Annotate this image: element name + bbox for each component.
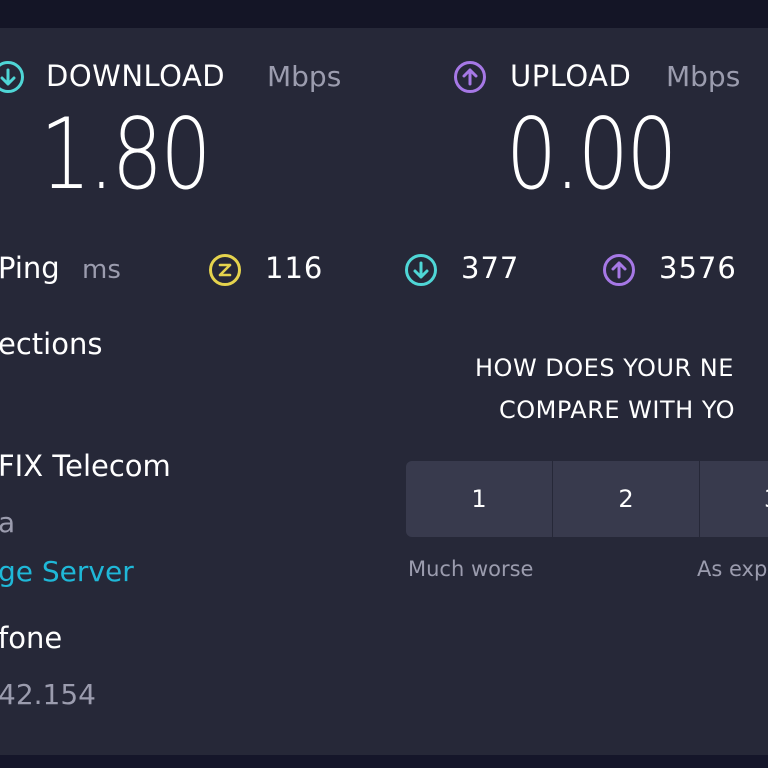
rating-option-1[interactable]: 1 xyxy=(406,461,552,537)
upload-speed-value: 0.00 xyxy=(506,98,678,212)
scale-mid-label: As exp xyxy=(697,557,768,581)
ip-address: 42.154 xyxy=(0,678,96,711)
rating-option-2[interactable]: 2 xyxy=(553,461,699,537)
connections-heading: ections xyxy=(0,327,103,361)
ping-label: Ping xyxy=(0,251,60,285)
survey-question-line2: COMPARE WITH YO xyxy=(499,396,736,424)
unloaded-latency-icon xyxy=(209,254,241,286)
server-location: a xyxy=(0,506,16,539)
upload-title: UPLOAD xyxy=(510,59,632,93)
download-speed-value: 1.80 xyxy=(40,98,212,212)
rating-option-label: 2 xyxy=(618,485,634,513)
download-title: DOWNLOAD xyxy=(46,59,226,93)
survey-question-line1: HOW DOES YOUR NE xyxy=(475,354,734,382)
download-latency-icon xyxy=(405,254,437,286)
download-unit: Mbps xyxy=(267,60,342,93)
change-server-link[interactable]: ge Server xyxy=(0,555,134,588)
rating-option-label: 1 xyxy=(471,485,487,513)
host-name: fone xyxy=(0,621,63,655)
ping-download-value: 377 xyxy=(461,251,520,285)
upload-arrow-icon xyxy=(454,61,486,93)
rating-option-3[interactable]: 3 xyxy=(700,461,768,537)
ping-upload-value: 3576 xyxy=(659,251,737,285)
rating-option-label: 3 xyxy=(764,485,768,513)
bottom-frame xyxy=(0,755,768,768)
upload-unit: Mbps xyxy=(666,60,741,93)
download-arrow-icon xyxy=(0,61,24,93)
upload-latency-icon xyxy=(603,254,635,286)
ping-unloaded-value: 116 xyxy=(265,251,324,285)
isp-name: FIX Telecom xyxy=(0,449,171,483)
scale-low-label: Much worse xyxy=(408,557,534,581)
ping-unit: ms xyxy=(82,255,121,285)
